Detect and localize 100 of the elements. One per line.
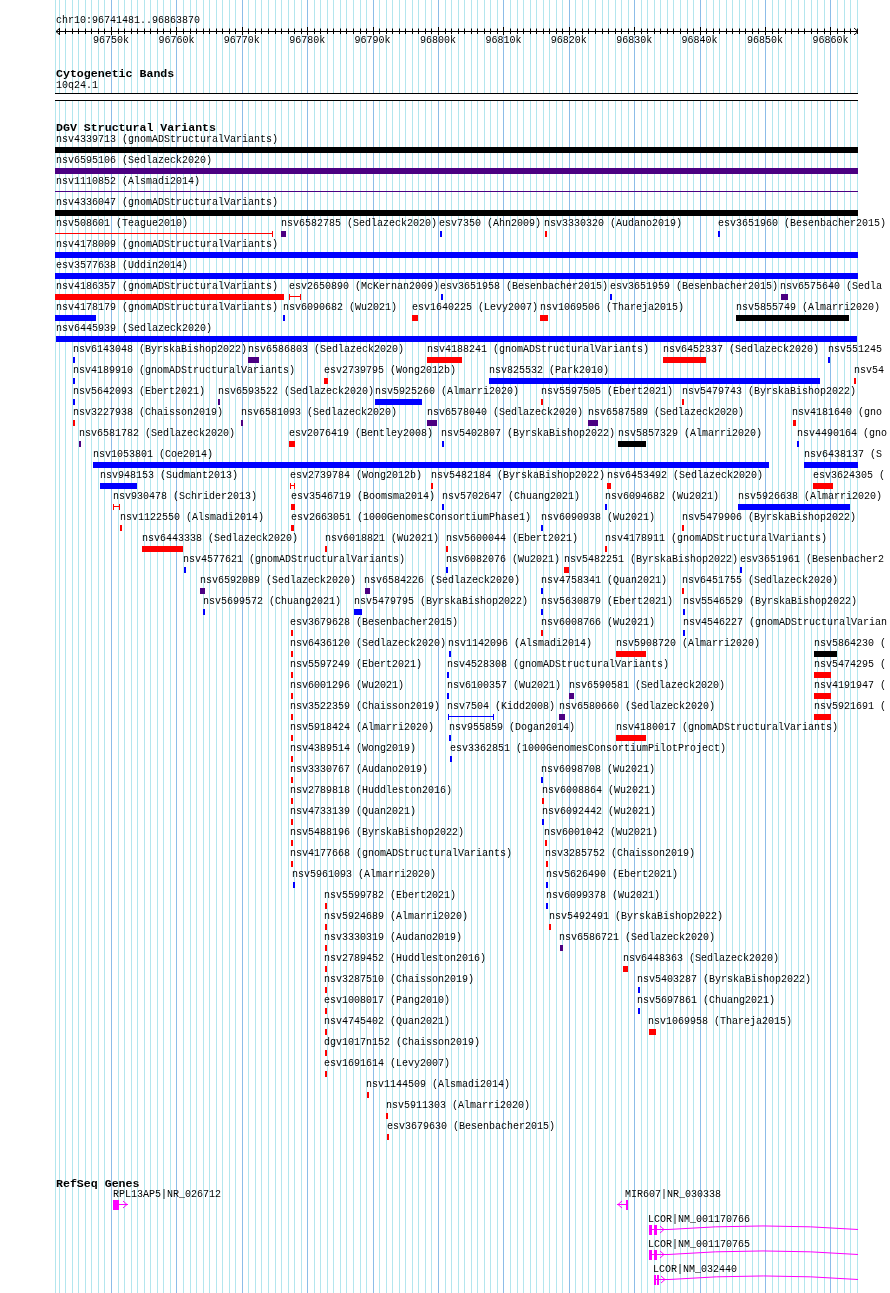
variant-label: nsv5630879 (Ebert2021)	[541, 597, 674, 607]
variant-label: nsv6436120 (Sedlazeck2020)	[290, 639, 447, 649]
variant-label: nsv948153 (Sudmant2013)	[100, 471, 239, 481]
variant-label: nsv5925260 (Almarri2020)	[375, 387, 520, 397]
track-title: DGV Structural Variants	[56, 121, 217, 134]
variant-label: nsv6082076 (Wu2021)	[446, 555, 561, 565]
variant-label: esv3651959 (Besenbacher2015)	[610, 282, 779, 292]
variant-label: nsv6099378 (Wu2021)	[546, 891, 661, 901]
variant-label: nsv6008864 (Wu2021)	[542, 786, 657, 796]
variant-label: nsv1144509 (Alsmadi2014)	[366, 1080, 511, 1090]
variant-label: nsv3330320 (Audano2019)	[544, 219, 683, 229]
variant-label: esv1640225 (Levy2007)	[412, 303, 539, 313]
variant-label: nsv6592089 (Sedlazeck2020)	[200, 576, 357, 586]
ruler-label: 96770k	[223, 35, 260, 47]
variant-label: nsv5642093 (Ebert2021)	[73, 387, 206, 397]
variant-label: nsv4177668 (gnomADStructuralVariants)	[290, 849, 513, 859]
variant-label: nsv4186357 (gnomADStructuralVariants)	[56, 282, 279, 292]
variant-label: nsv5479795 (ByrskaBishop2022)	[354, 597, 529, 607]
ruler-label: 96780k	[289, 35, 326, 47]
variant-label: nsv825532 (Park2010)	[489, 366, 610, 376]
variant-label: nsv1142096 (Alsmadi2014)	[448, 639, 593, 649]
variant-label: nsv4528308 (gnomADStructuralVariants)	[447, 660, 670, 670]
ruler-label: 96800k	[420, 35, 456, 47]
variant-label: nsv955859 (Dogan2014)	[449, 723, 576, 733]
variant-label: nsv508601 (Teague2010)	[56, 219, 189, 229]
variant-label: nsv6452337 (Sedlazeck2020)	[663, 345, 820, 355]
ruler-label: 96760k	[158, 35, 195, 47]
variant-label: nsv5921691 (	[814, 702, 886, 712]
variant-label: nsv4180017 (gnomADStructuralVariants)	[616, 723, 839, 733]
ruler-label: 96810k	[485, 35, 522, 47]
variant-label: nsv6581093 (Sedlazeck2020)	[241, 408, 398, 418]
variant-label: nsv5961093 (Almarri2020)	[292, 870, 437, 880]
track-title: RefSeq Genes	[56, 1177, 140, 1190]
variant-label: esv2739784 (Wong2012b)	[290, 471, 423, 481]
variant-label: esv3651960 (Besenbacher2015)	[718, 219, 887, 229]
variant-label: nsv7504 (Kidd2008)	[447, 702, 556, 712]
variant-label: nsv4336047 (gnomADStructuralVariants)	[56, 198, 279, 208]
variant-label: nsv4490164 (gno	[797, 429, 887, 439]
variant-label: nsv4745402 (Quan2021)	[324, 1017, 451, 1027]
ruler-label: 96840k	[681, 35, 718, 47]
variant-label: esv3679630 (Besenbacher2015)	[387, 1122, 556, 1132]
variant-label: esv3651961 (Besenbacher2	[740, 555, 885, 565]
variant-label: nsv6143048 (ByrskaBishop2022)	[73, 345, 248, 355]
variant-label: nsv5699572 (Chuang2021)	[203, 597, 342, 607]
variant-label: nsv6090682 (Wu2021)	[283, 303, 398, 313]
ruler-label: 96850k	[747, 35, 783, 47]
variant-label: nsv5857329 (Almarri2020)	[618, 429, 763, 439]
ruler-label: 96820k	[550, 35, 587, 47]
variant-label: nsv6578040 (Sedlazeck2020)	[427, 408, 584, 418]
position-label: chr10:96741481..96863870	[56, 15, 201, 27]
variant-label: nsv1110852 (Alsmadi2014)	[56, 177, 201, 187]
variant-label: nsv4178911 (gnomADStructuralVariants)	[605, 534, 828, 544]
variant-label: nsv5926638 (Almarri2020)	[738, 492, 883, 502]
variant-label: nsv4181640 (gno	[792, 408, 882, 418]
variant-label: nsv930478 (Schrider2013)	[113, 492, 258, 502]
variant-label: nsv5482251 (ByrskaBishop2022)	[564, 555, 739, 565]
variant-label: nsv6100357 (Wu2021)	[447, 681, 562, 691]
variant-label: esv3679628 (Besenbacher2015)	[290, 618, 459, 628]
variant-label: nsv5908720 (Almarri2020)	[616, 639, 761, 649]
variant-label: nsv5600044 (Ebert2021)	[446, 534, 579, 544]
variant-label: nsv1122550 (Alsmadi2014)	[120, 513, 265, 523]
variant-label: nsv6451755 (Sedlazeck2020)	[682, 576, 839, 586]
variant-label: nsv3330767 (Audano2019)	[290, 765, 429, 775]
variant-label: nsv6595106 (Sedlazeck2020)	[56, 156, 213, 166]
variant-label: nsv54	[854, 366, 884, 376]
variant-label: nsv1069506 (Thareja2015)	[540, 303, 685, 313]
variant-label: nsv6438137 (S	[804, 450, 882, 460]
gene-label: MIR607|NR_030338	[625, 1190, 721, 1200]
variant-label: nsv3227938 (Chaisson2019)	[73, 408, 224, 418]
variant-label: nsv4191947 (	[814, 681, 886, 691]
variant-label: nsv6018821 (Wu2021)	[325, 534, 440, 544]
variant-label: nsv6590581 (Sedlazeck2020)	[569, 681, 726, 691]
variant-label: nsv6586721 (Sedlazeck2020)	[559, 933, 716, 943]
variant-label: nsv3522359 (Chaisson2019)	[290, 702, 441, 712]
variant-label: esv2663051 (1000GenomesConsortiumPhase1)	[291, 513, 532, 523]
variant-label: nsv5546529 (ByrskaBishop2022)	[683, 597, 858, 607]
variant-label: nsv4758341 (Quan2021)	[541, 576, 668, 586]
ruler-label: 96860k	[812, 35, 849, 47]
variant-label: nsv6448363 (Sedlazeck2020)	[623, 954, 780, 964]
variant-label: esv1691614 (Levy2007)	[324, 1059, 451, 1069]
track-title: Cytogenetic Bands	[56, 67, 175, 80]
variant-label: esv3546719 (Boomsma2014)	[291, 492, 436, 502]
variant-label: nsv2789452 (Huddleston2016)	[324, 954, 487, 964]
variant-label: dgv1017n152 (Chaisson2019)	[324, 1038, 481, 1048]
variant-label: nsv4339713 (gnomADStructuralVariants)	[56, 135, 279, 145]
variant-label: nsv5492491 (ByrskaBishop2022)	[549, 912, 724, 922]
ruler-label: 96750k	[93, 35, 129, 47]
variant-label: nsv5697861 (Chuang2021)	[637, 996, 776, 1006]
variant-label: nsv6001042 (Wu2021)	[544, 828, 659, 838]
variant-label: esv1008017 (Pang2010)	[324, 996, 451, 1006]
variant-label: nsv6580660 (Sedlazeck2020)	[559, 702, 716, 712]
variant-label: nsv3287510 (Chaisson2019)	[324, 975, 475, 985]
variant-label: nsv3330319 (Audano2019)	[324, 933, 463, 943]
variant-label: nsv6098708 (Wu2021)	[541, 765, 656, 775]
variant-label: esv3624305 (	[813, 471, 885, 481]
variant-label: nsv5474295 (	[814, 660, 886, 670]
variant-label: nsv6094682 (Wu2021)	[605, 492, 720, 502]
variant-label: nsv6001296 (Wu2021)	[290, 681, 405, 691]
variant-label: esv2076419 (Bentley2008)	[289, 429, 434, 439]
variant-label: nsv6453492 (Sedlazeck2020)	[607, 471, 764, 481]
